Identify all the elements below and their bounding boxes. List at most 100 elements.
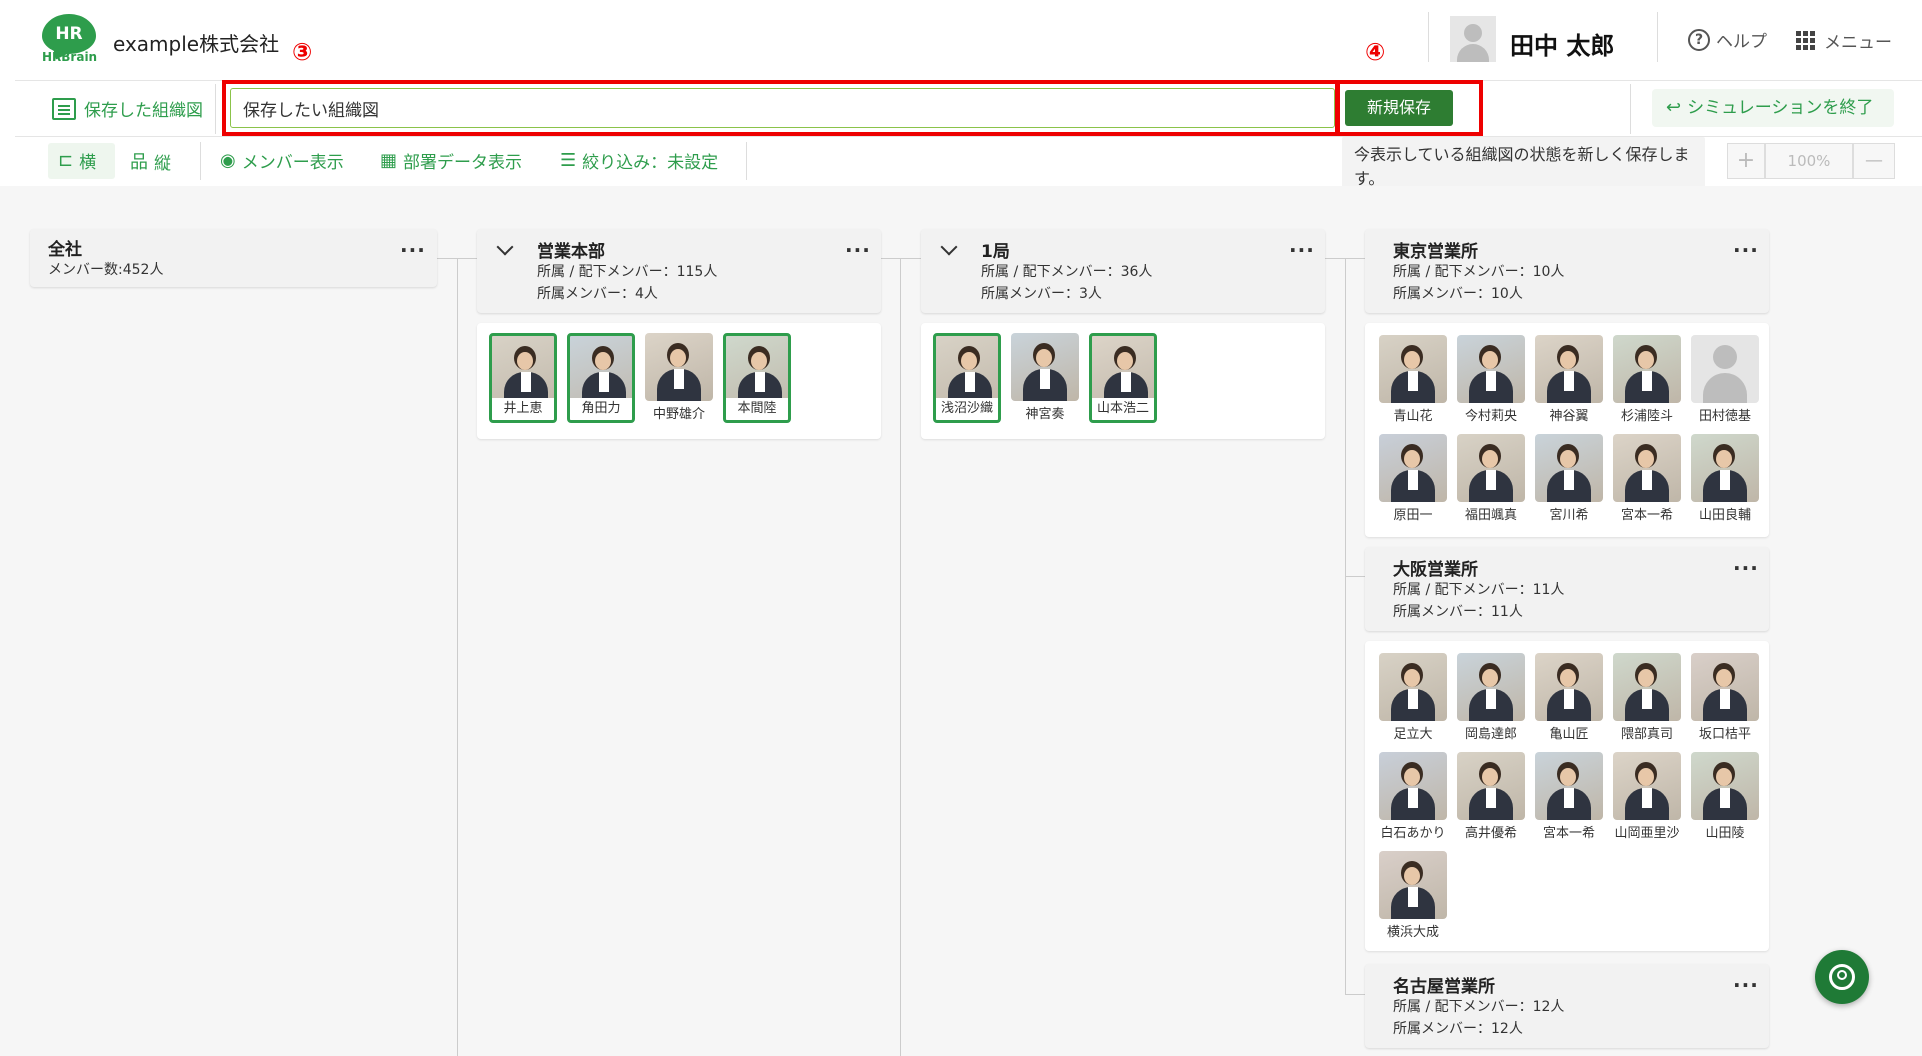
- help-link[interactable]: ? ヘルプ: [1688, 27, 1767, 52]
- member-photo: [1535, 335, 1603, 403]
- more-options-icon[interactable]: ...: [1733, 233, 1759, 257]
- toolbar-divider: [1630, 84, 1631, 134]
- more-options-icon[interactable]: ...: [1289, 233, 1315, 257]
- more-options-icon[interactable]: ...: [1733, 968, 1759, 992]
- horizontal-tree-icon: ⊏: [58, 150, 74, 171]
- member-tile[interactable]: 宮本一希: [1611, 434, 1683, 523]
- member-name: 本間陸: [726, 398, 788, 420]
- member-tile[interactable]: 青山花: [1377, 335, 1449, 424]
- member-panel-sales-hq: 井上恵 角田力 中野雄介 本間陸: [477, 323, 881, 439]
- member-photo: [1613, 335, 1681, 403]
- org-card-osaka[interactable]: 大阪営業所 所属 / 配下メンバー：11人 所属メンバー：11人 ...: [1365, 547, 1769, 631]
- org-card-direct: 所属メンバー：3人: [981, 286, 1102, 302]
- end-simulation-button[interactable]: ↩ シミュレーションを終了: [1652, 89, 1894, 127]
- dept-data-button[interactable]: ▦ 部署データ表示: [380, 148, 522, 173]
- member-tile[interactable]: 横浜大成: [1377, 851, 1449, 940]
- member-photo: [1535, 434, 1603, 502]
- org-card-bureau1[interactable]: 1局 所属 / 配下メンバー：36人 所属メンバー：3人 ...: [921, 229, 1325, 313]
- member-tile[interactable]: 原田一: [1377, 434, 1449, 523]
- member-name: 宮本一希: [1542, 826, 1595, 841]
- return-arrow-icon: ↩: [1666, 97, 1682, 118]
- connector-line: [457, 258, 458, 1056]
- member-tile[interactable]: 神谷翼: [1533, 335, 1605, 424]
- menu-link[interactable]: メニュー: [1796, 28, 1892, 53]
- chevron-down-icon[interactable]: [496, 238, 514, 256]
- member-photo: [1379, 653, 1447, 721]
- saved-charts-link[interactable]: 保存した組織図: [52, 96, 203, 121]
- org-card-direct: 所属メンバー：11人: [1393, 604, 1523, 620]
- menu-label: メニュー: [1824, 33, 1892, 53]
- user-avatar[interactable]: [1450, 16, 1496, 62]
- hrbrain-logo-icon[interactable]: HR: [42, 14, 96, 54]
- member-tile[interactable]: 井上恵: [487, 333, 559, 423]
- annotation-marker-4: ④: [1365, 38, 1386, 66]
- zoom-out-button[interactable]: —: [1853, 143, 1895, 179]
- user-name[interactable]: 田中 太郎: [1510, 26, 1614, 61]
- new-save-button[interactable]: 新規保存: [1345, 90, 1453, 126]
- member-photo: [1691, 752, 1759, 820]
- help-icon: ?: [1688, 28, 1710, 51]
- org-card-total: 所属 / 配下メンバー：36人: [981, 264, 1153, 280]
- annotation-marker-3: ③: [292, 38, 313, 66]
- member-photo: [1379, 851, 1447, 919]
- member-tile[interactable]: 中野雄介: [643, 333, 715, 422]
- member-name: 原田一: [1393, 508, 1433, 523]
- member-photo: [1457, 335, 1525, 403]
- org-card-total: 所属 / 配下メンバー：10人: [1393, 264, 1565, 280]
- org-card-title: 営業本部: [537, 242, 605, 262]
- org-card-nagoya[interactable]: 名古屋営業所 所属 / 配下メンバー：12人 所属メンバー：12人 ...: [1365, 964, 1769, 1048]
- eye-icon: ◉: [220, 150, 236, 171]
- member-tile[interactable]: 福田颯真: [1455, 434, 1527, 523]
- member-name: 宮川希: [1549, 508, 1589, 523]
- member-photo: [1011, 333, 1079, 401]
- org-card-direct: 所属メンバー：12人: [1393, 1021, 1523, 1037]
- member-name: 岡島達郎: [1464, 727, 1517, 742]
- member-tile[interactable]: 今村莉央: [1455, 335, 1527, 424]
- member-tile[interactable]: 山田良輔: [1689, 434, 1761, 523]
- member-tile[interactable]: 宮川希: [1533, 434, 1605, 523]
- member-tile[interactable]: 宮本一希: [1533, 752, 1605, 841]
- filter-button[interactable]: ☰ 絞り込み：未設定: [560, 148, 718, 173]
- vertical-tree-icon: 品: [130, 152, 148, 173]
- org-card-sales-hq[interactable]: 営業本部 所属 / 配下メンバー：115人 所属メンバー：4人 ...: [477, 229, 881, 313]
- more-options-icon[interactable]: ...: [1733, 551, 1759, 575]
- member-tile[interactable]: 岡島達郎: [1455, 653, 1527, 742]
- org-card-all[interactable]: 全社 メンバー数:452人 ...: [30, 229, 437, 287]
- header-divider: [1657, 12, 1658, 62]
- member-panel-osaka: 足立大 岡島達郎 亀山匠 隈部真司 坂口桔平白石あかり 高井優希 宮本一希 山岡亜里沙 山田陵横…: [1365, 641, 1769, 951]
- member-tile[interactable]: 坂口桔平: [1689, 653, 1761, 742]
- chevron-down-icon[interactable]: [940, 238, 958, 256]
- member-tile[interactable]: 山岡亜里沙: [1611, 752, 1683, 841]
- member-name: 高井優希: [1464, 826, 1517, 841]
- floating-user-button[interactable]: [1815, 950, 1869, 1004]
- member-name: 山田良輔: [1698, 508, 1751, 523]
- org-card-tokyo[interactable]: 東京営業所 所属 / 配下メンバー：10人 所属メンバー：10人 ...: [1365, 229, 1769, 313]
- org-card-total: 所属 / 配下メンバー：11人: [1393, 582, 1565, 598]
- chart-name-input[interactable]: [230, 88, 1335, 128]
- member-name: 亀山匠: [1549, 727, 1589, 742]
- more-options-icon[interactable]: ...: [400, 233, 426, 257]
- member-tile[interactable]: 足立大: [1377, 653, 1449, 742]
- layout-vertical-button[interactable]: 品縦: [130, 148, 171, 174]
- member-tile[interactable]: 亀山匠: [1533, 653, 1605, 742]
- connector-line: [900, 258, 901, 1056]
- member-tile[interactable]: 神宮奏: [1009, 333, 1081, 422]
- zoom-in-button[interactable]: +: [1727, 143, 1765, 179]
- member-tile[interactable]: 田村徳基: [1689, 335, 1761, 424]
- member-tile[interactable]: 高井優希: [1455, 752, 1527, 841]
- member-tile[interactable]: 白石あかり: [1377, 752, 1449, 841]
- more-options-icon[interactable]: ...: [845, 233, 871, 257]
- member-photo: 山本浩二: [1089, 333, 1157, 423]
- member-photo: 井上恵: [489, 333, 557, 423]
- member-display-button[interactable]: ◉ メンバー表示: [220, 148, 344, 173]
- member-tile[interactable]: 杉浦陸斗: [1611, 335, 1683, 424]
- member-tile[interactable]: 角田力: [565, 333, 637, 423]
- member-tile[interactable]: 隈部真司: [1611, 653, 1683, 742]
- member-panel-tokyo: 青山花 今村莉央 神谷翼 杉浦陸斗 田村徳基原田一 福田颯真 宮川希 宮本一希 山田良輔: [1365, 323, 1769, 537]
- member-name: 福田颯真: [1464, 508, 1517, 523]
- layout-horizontal-button[interactable]: ⊏ 横: [58, 148, 96, 173]
- member-tile[interactable]: 山本浩二: [1087, 333, 1159, 423]
- member-tile[interactable]: 浅沼沙織: [931, 333, 1003, 423]
- member-tile[interactable]: 山田陵: [1689, 752, 1761, 841]
- member-tile[interactable]: 本間陸: [721, 333, 793, 423]
